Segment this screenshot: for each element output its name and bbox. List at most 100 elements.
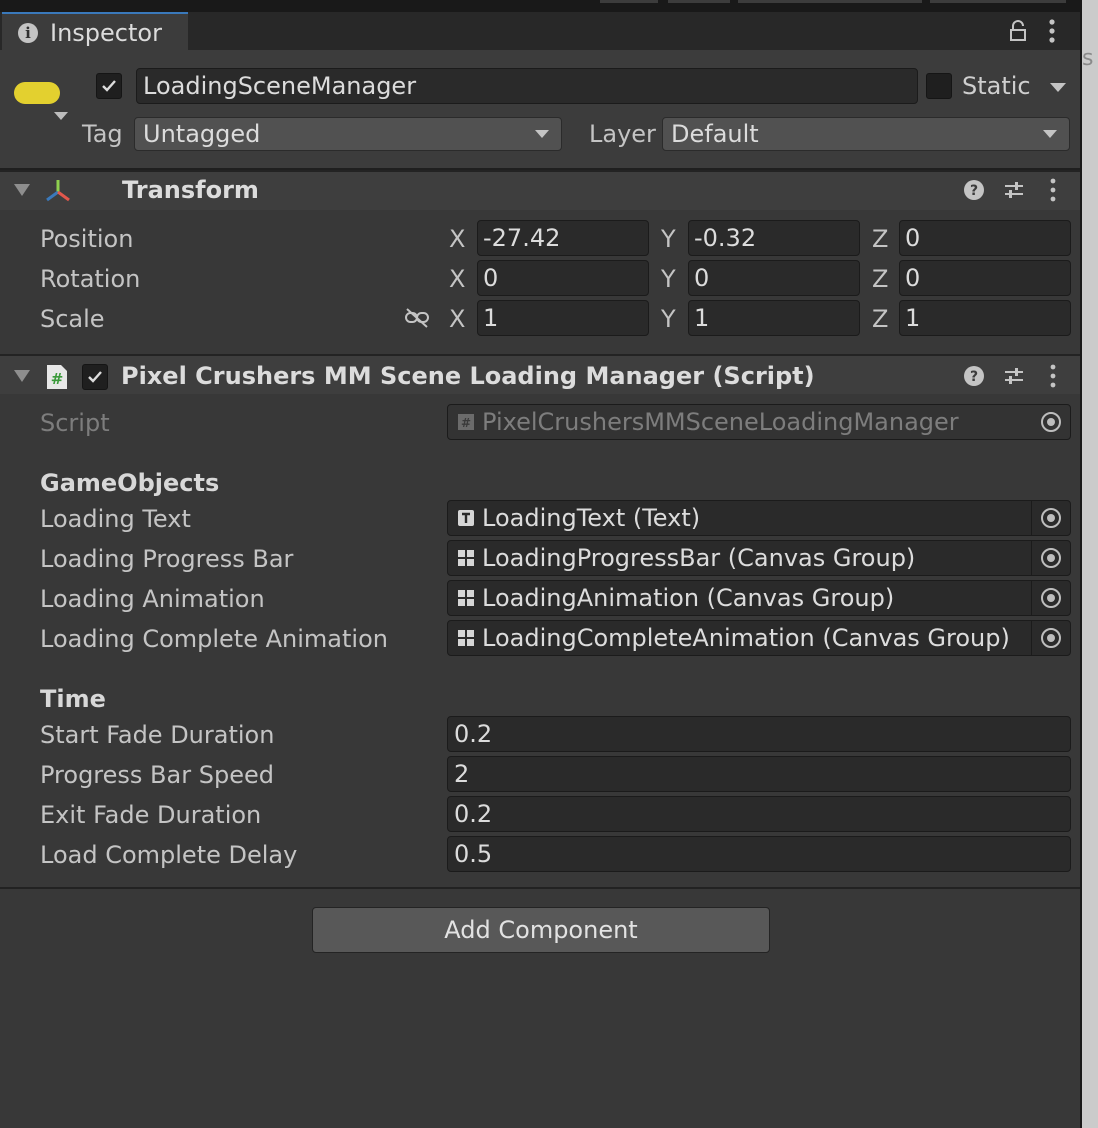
gameobject-active-checkbox[interactable] [96, 73, 122, 99]
checkmark-icon [102, 80, 116, 92]
script-enabled-checkbox[interactable] [82, 364, 108, 390]
axis-y-label: Y [661, 265, 676, 293]
kebab-menu-icon[interactable] [1044, 18, 1060, 44]
scale-x-field[interactable]: 1 [477, 300, 649, 336]
axis-x-label: X [449, 265, 466, 293]
static-label: Static [962, 72, 1031, 100]
static-dropdown-arrow-icon[interactable] [1050, 83, 1066, 92]
object-picker-icon[interactable] [1031, 581, 1070, 615]
text-component-icon [458, 510, 474, 526]
exit-fade-duration-label: Exit Fade Duration [40, 801, 262, 829]
component-divider [0, 887, 1080, 889]
loading-text-field[interactable]: LoadingText (Text) [447, 500, 1071, 536]
lock-icon[interactable] [1008, 20, 1028, 42]
chevron-down-icon [535, 130, 549, 138]
checkmark-icon [88, 371, 102, 383]
canvas-group-icon [458, 550, 474, 566]
loading-progress-bar-field[interactable]: LoadingProgressBar (Canvas Group) [447, 540, 1071, 576]
presets-icon[interactable] [1003, 365, 1025, 387]
tag-label: Tag [82, 120, 123, 148]
rotation-x-field[interactable]: 0 [477, 260, 649, 296]
top-strip-tab [930, 0, 1066, 3]
right-edge-panel: s [1080, 0, 1098, 1128]
tag-value: Untagged [143, 120, 261, 148]
scale-label: Scale [40, 305, 105, 333]
rotation-y-field[interactable]: 0 [688, 260, 860, 296]
info-icon: i [18, 23, 38, 43]
axis-z-label: Z [872, 265, 889, 293]
foldout-arrow-icon[interactable] [14, 370, 30, 382]
object-picker-icon[interactable] [1031, 501, 1070, 535]
static-checkbox[interactable] [926, 73, 952, 99]
tag-dropdown[interactable]: Untagged [134, 117, 562, 151]
object-picker-icon [1032, 405, 1070, 439]
clipped-glyph: s [1082, 46, 1094, 71]
position-x-field[interactable]: -27.42 [477, 220, 649, 256]
top-strip-tab [668, 0, 730, 3]
script-object-field: # PixelCrushersMMSceneLoadingManager [447, 404, 1071, 440]
canvas-group-icon [458, 590, 474, 606]
axis-y-label: Y [661, 225, 676, 253]
transform-icon [46, 180, 70, 202]
script-label: Script [40, 409, 110, 437]
presets-icon[interactable] [1003, 179, 1025, 201]
start-fade-duration-label: Start Fade Duration [40, 721, 275, 749]
object-picker-icon[interactable] [1031, 621, 1070, 655]
exit-fade-duration-field[interactable]: 0.2 [447, 796, 1071, 832]
loading-progress-bar-value: LoadingProgressBar (Canvas Group) [482, 544, 916, 572]
top-strip-tab [600, 0, 658, 3]
svg-text:?: ? [970, 369, 978, 385]
layer-label: Layer [589, 120, 656, 148]
loading-progress-bar-label: Loading Progress Bar [40, 545, 294, 573]
axis-z-label: Z [872, 225, 889, 253]
gameobjects-section-header: GameObjects [40, 469, 220, 497]
load-complete-delay-field[interactable]: 0.5 [447, 836, 1071, 872]
scale-y-field[interactable]: 1 [688, 300, 860, 336]
script-file-icon: # [458, 414, 474, 430]
scale-z-field[interactable]: 1 [899, 300, 1071, 336]
foldout-arrow-icon[interactable] [14, 184, 30, 196]
loading-animation-field[interactable]: LoadingAnimation (Canvas Group) [447, 580, 1071, 616]
help-icon[interactable]: ? [963, 365, 985, 387]
tab-inspector[interactable]: i Inspector [2, 12, 188, 50]
time-section-header: Time [40, 685, 106, 713]
gameobject-icon[interactable] [14, 82, 60, 104]
loading-complete-animation-value: LoadingCompleteAnimation (Canvas Group) [482, 624, 1010, 652]
script-component-title: Pixel Crushers MM Scene Loading Manager … [121, 362, 815, 390]
axis-x-label: X [449, 305, 466, 333]
tab-label: Inspector [50, 19, 162, 47]
icon-dropdown-arrow-icon[interactable] [54, 112, 68, 120]
rotation-label: Rotation [40, 265, 141, 293]
svg-text:#: # [51, 370, 64, 388]
axis-x-label: X [449, 225, 466, 253]
canvas-group-icon [458, 630, 474, 646]
object-picker-icon[interactable] [1031, 541, 1070, 575]
transform-title: Transform [122, 176, 259, 204]
loading-complete-animation-field[interactable]: LoadingCompleteAnimation (Canvas Group) [447, 620, 1071, 656]
progress-bar-speed-field[interactable]: 2 [447, 756, 1071, 792]
chevron-down-icon [1043, 130, 1057, 138]
start-fade-duration-field[interactable]: 0.2 [447, 716, 1071, 752]
help-icon[interactable]: ? [963, 179, 985, 201]
svg-text:#: # [461, 416, 471, 430]
script-file-icon: # [47, 365, 67, 389]
position-z-field[interactable]: 0 [899, 220, 1071, 256]
progress-bar-speed-label: Progress Bar Speed [40, 761, 274, 789]
unlinked-scale-icon[interactable] [404, 307, 430, 329]
kebab-menu-icon[interactable] [1045, 364, 1061, 388]
window-top-strip [0, 0, 1080, 12]
load-complete-delay-label: Load Complete Delay [40, 841, 298, 869]
layer-dropdown[interactable]: Default [662, 117, 1070, 151]
loading-animation-label: Loading Animation [40, 585, 265, 613]
edge-divider [1080, 0, 1082, 1128]
gameobject-name-field[interactable]: LoadingSceneManager [136, 68, 918, 104]
svg-text:?: ? [970, 183, 978, 199]
position-label: Position [40, 225, 134, 253]
position-y-field[interactable]: -0.32 [688, 220, 860, 256]
rotation-z-field[interactable]: 0 [899, 260, 1071, 296]
script-value: PixelCrushersMMSceneLoadingManager [482, 408, 959, 436]
add-component-button[interactable]: Add Component [312, 907, 770, 953]
loading-animation-value: LoadingAnimation (Canvas Group) [482, 584, 895, 612]
kebab-menu-icon[interactable] [1045, 178, 1061, 202]
axis-z-label: Z [872, 305, 889, 333]
